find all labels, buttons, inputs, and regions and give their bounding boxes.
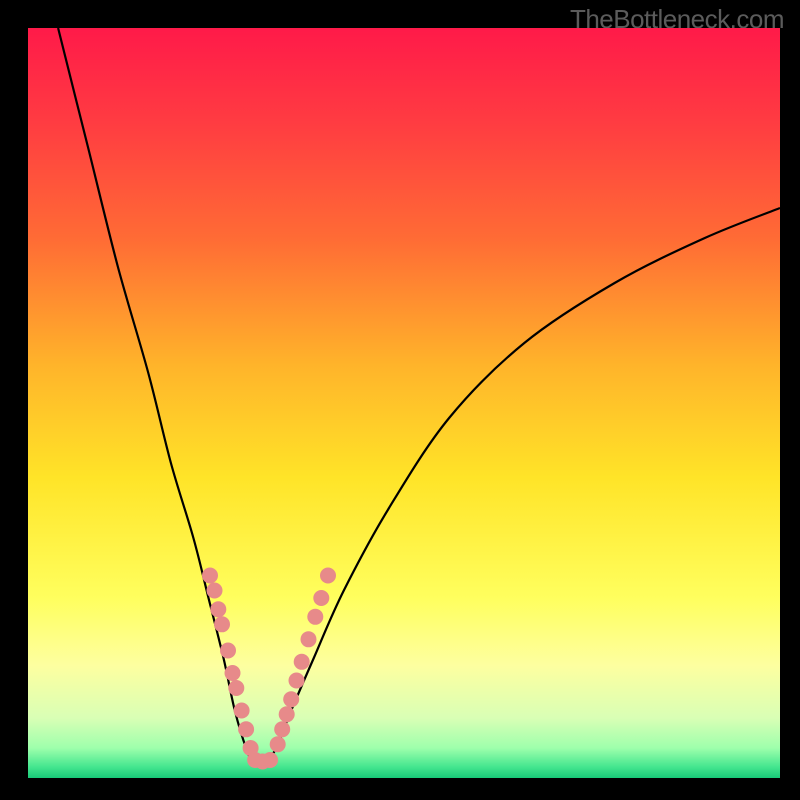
marker-dot bbox=[301, 631, 317, 647]
marker-dot bbox=[214, 616, 230, 632]
plot-area bbox=[28, 28, 780, 778]
marker-dot bbox=[294, 654, 310, 670]
marker-dot bbox=[228, 680, 244, 696]
marker-dot bbox=[202, 568, 218, 584]
marker-dot bbox=[279, 706, 295, 722]
data-markers bbox=[202, 568, 336, 770]
marker-dot bbox=[313, 590, 329, 606]
chart-svg bbox=[28, 28, 780, 778]
marker-dot bbox=[289, 673, 305, 689]
marker-dot bbox=[283, 691, 299, 707]
marker-dot bbox=[207, 583, 223, 599]
marker-dot bbox=[270, 736, 286, 752]
outer-black-frame: TheBottleneck.com bbox=[0, 0, 800, 800]
marker-dot bbox=[220, 643, 236, 659]
marker-dot bbox=[210, 601, 226, 617]
bottleneck-curve bbox=[58, 28, 780, 765]
marker-dot bbox=[225, 665, 241, 681]
marker-dot bbox=[262, 752, 278, 768]
marker-dot bbox=[274, 721, 290, 737]
marker-dot bbox=[234, 703, 250, 719]
marker-dot bbox=[238, 721, 254, 737]
marker-dot bbox=[320, 568, 336, 584]
marker-dot bbox=[307, 609, 323, 625]
